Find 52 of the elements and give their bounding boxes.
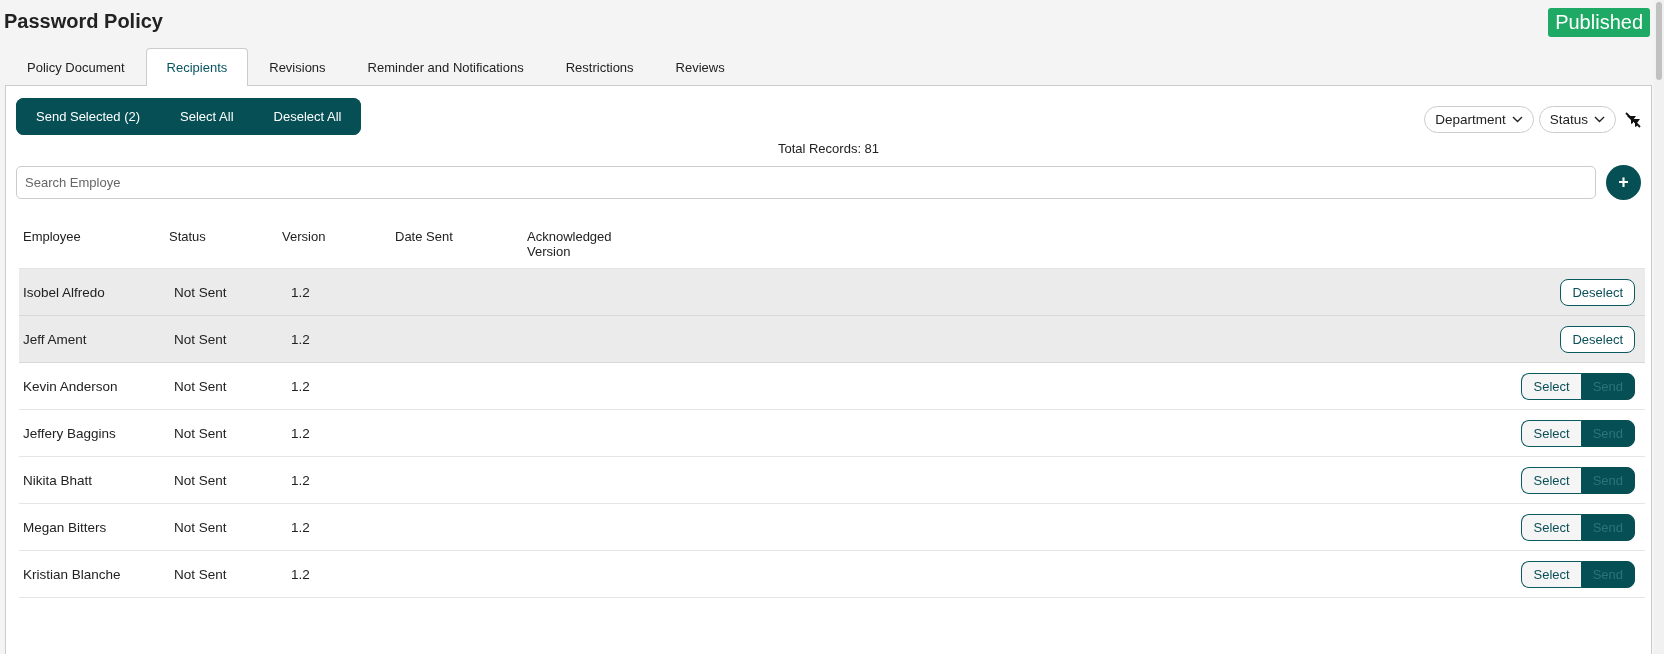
select-button[interactable]: Select	[1521, 419, 1581, 447]
select-button[interactable]: Select	[1521, 560, 1581, 588]
table-cell-text: Not Sent	[173, 425, 228, 441]
tab[interactable]: Restrictions	[544, 48, 655, 86]
chevron-down-icon	[1511, 116, 1523, 123]
filter-dropdown[interactable]: Department	[1424, 106, 1534, 133]
table-cell-text: Not Sent	[173, 331, 228, 347]
table-cell-text: Kristian Blanche	[23, 566, 122, 582]
page-title: Password Policy	[4, 9, 163, 33]
table-cell-text: Not Sent	[173, 284, 228, 300]
table-cell-text: 1.2	[290, 425, 311, 441]
deselect-button[interactable]: Deselect	[1560, 278, 1635, 306]
filter-dropdown[interactable]: Status	[1538, 106, 1616, 133]
add-button[interactable]: +	[1606, 165, 1641, 200]
column-header: Status	[169, 229, 207, 244]
table-cell-text: Not Sent	[173, 472, 228, 488]
search-field[interactable]: Search Employe	[16, 166, 1596, 199]
table-cell-text: 1.2	[290, 378, 311, 394]
column-header: Acknowledged Version	[527, 229, 613, 259]
table-cell-text: 1.2	[290, 331, 311, 347]
select-button[interactable]: Select	[1521, 513, 1581, 541]
tab[interactable]: Reminder and Notifications	[346, 48, 545, 86]
table-cell-text: Nikita Bhatt	[23, 472, 94, 488]
chevron-down-icon	[1594, 116, 1605, 123]
scrollbar-thumb[interactable]	[1656, 2, 1662, 80]
table-row[interactable]: Jeff Ament Not Sent 1.2 Deselect	[19, 316, 1645, 363]
table-cell-text: 1.2	[290, 472, 311, 488]
table-cell-text: 1.2	[290, 284, 311, 300]
table-cell-text: Megan Bitters	[23, 519, 108, 535]
status-badge: Published	[1548, 7, 1650, 37]
table-cell-text: Jeff Ament	[23, 331, 88, 347]
column-header: Employee	[23, 229, 82, 244]
tab[interactable]: Recipients	[145, 48, 249, 86]
select-button[interactable]: Select	[1521, 372, 1581, 400]
filter-off-icon[interactable]	[1625, 111, 1641, 128]
table-row[interactable]: Isobel Alfredo Not Sent 1.2 Deselect	[19, 269, 1645, 316]
table-cell-text: Isobel Alfredo	[23, 284, 106, 300]
deselect-button[interactable]: Deselect	[1560, 325, 1635, 353]
table-cell-text: Jeffery Baggins	[23, 425, 117, 441]
tab[interactable]: Revisions	[248, 48, 347, 86]
column-header: Date Sent	[395, 229, 454, 244]
table-cell-text: Not Sent	[173, 566, 228, 582]
table-cell-text: Not Sent	[173, 378, 228, 394]
column-header: Version	[282, 229, 327, 244]
tab[interactable]: Policy Document	[6, 48, 146, 86]
total-records: Total Records: 81	[776, 141, 881, 156]
select-button[interactable]: Select	[1521, 466, 1581, 494]
tab[interactable]: Reviews	[654, 48, 746, 86]
table-cell-text: Not Sent	[173, 519, 228, 535]
table-cell-text: 1.2	[290, 566, 311, 582]
table-cell-text: Kevin Anderson	[23, 378, 119, 394]
table-cell-text: 1.2	[290, 519, 311, 535]
